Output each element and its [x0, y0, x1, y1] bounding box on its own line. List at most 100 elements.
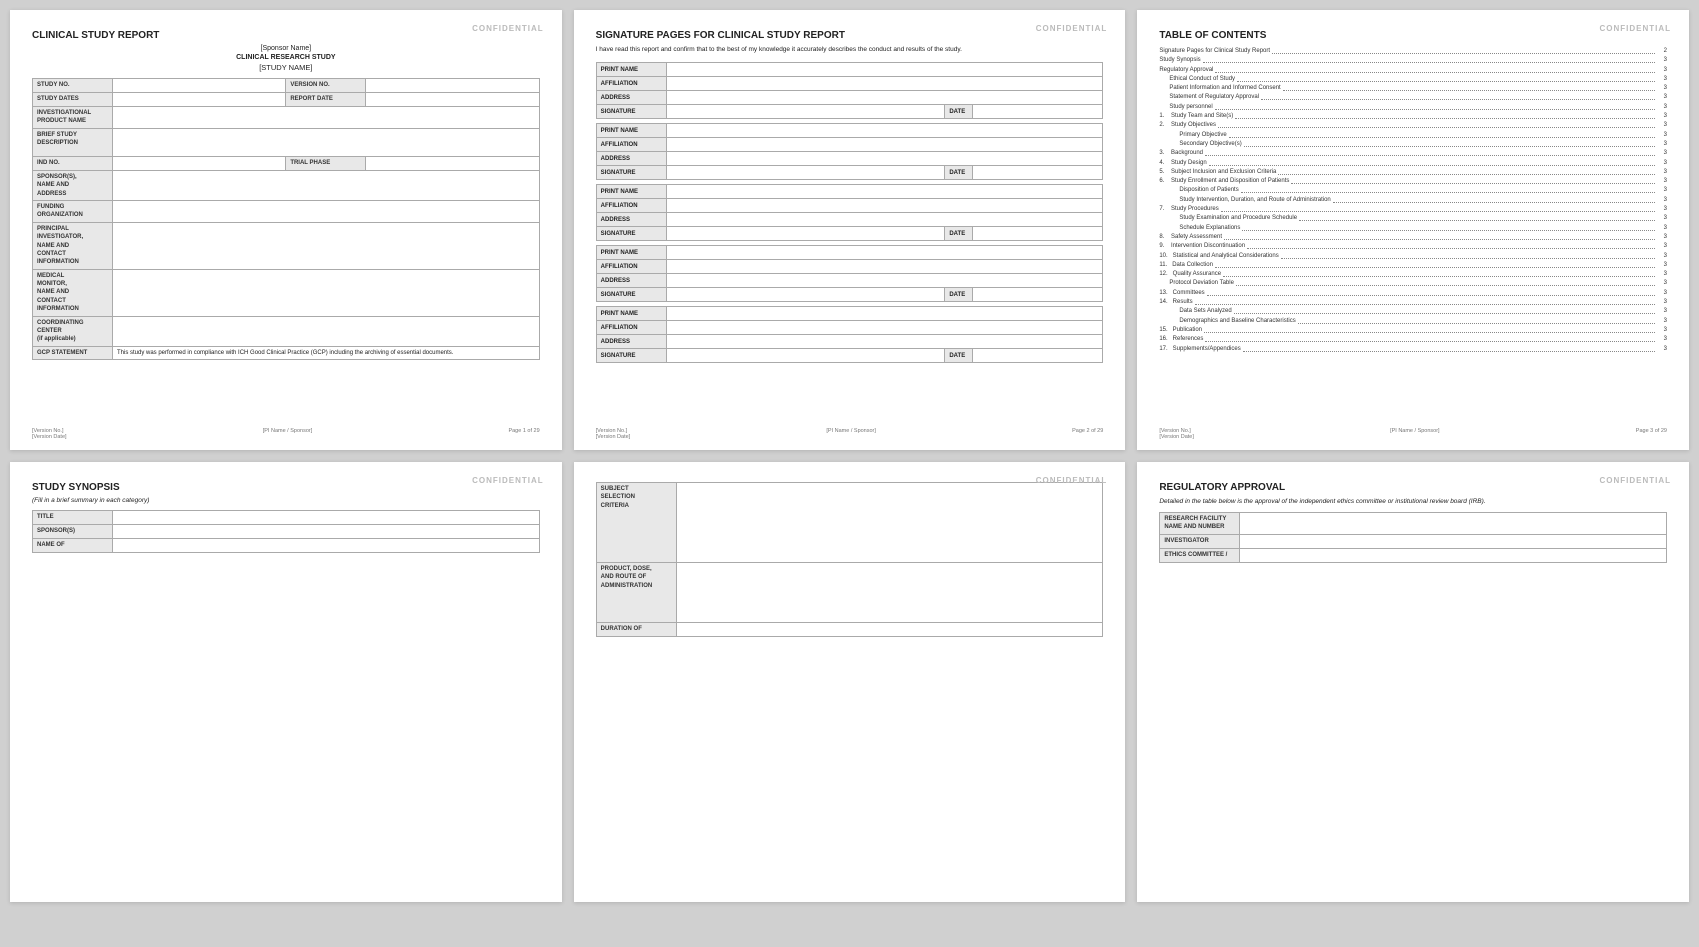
- toc-label: Signature Pages for Clinical Study Repor…: [1159, 47, 1270, 56]
- sig-group-2: PRINT NAME AFFILIATION ADDRESS SIGNATURE…: [596, 123, 1104, 180]
- toc-dots: [1205, 149, 1655, 156]
- table-row: STUDY DATES REPORT DATE: [33, 93, 540, 107]
- value-trial-phase: [366, 156, 539, 170]
- toc-dots: [1281, 252, 1655, 259]
- value-affil-2: [666, 138, 1103, 152]
- value-ethics-committee: [1240, 548, 1667, 562]
- label-principal-inv: PRINCIPAL INVESTIGATOR, NAME AND CONTACT…: [33, 222, 113, 269]
- toc-dots: [1247, 242, 1655, 249]
- label-date-3: DATE: [945, 227, 973, 241]
- toc-label: Primary Objective: [1179, 131, 1226, 140]
- toc-num: 3: [1657, 289, 1667, 298]
- page-3: CONFIDENTIAL TABLE OF CONTENTS Signature…: [1137, 10, 1689, 450]
- table-row: AFFILIATION: [596, 260, 1103, 274]
- label-trial-phase: TRIAL PHASE: [286, 156, 366, 170]
- toc-label: Disposition of Patients: [1179, 186, 1238, 195]
- toc-entry: Primary Objective 3: [1159, 131, 1667, 140]
- toc-entry: 3. Background 3: [1159, 149, 1667, 158]
- toc-num: 3: [1657, 270, 1667, 279]
- toc-num: 3: [1657, 66, 1667, 75]
- toc-dots: [1299, 214, 1655, 221]
- toc-num: 3: [1657, 75, 1667, 84]
- value-subject-sel: [676, 483, 1103, 563]
- toc-num: 2: [1657, 47, 1667, 56]
- toc-num: 3: [1657, 131, 1667, 140]
- toc-num: 3: [1657, 159, 1667, 168]
- toc-label: 8. Safety Assessment: [1159, 233, 1222, 242]
- toc-num: 3: [1657, 317, 1667, 326]
- toc-dots: [1215, 261, 1655, 268]
- toc-dots: [1298, 317, 1655, 324]
- toc-label: Study Examination and Procedure Schedule: [1179, 214, 1297, 223]
- table-row: COORDINATING CENTER (if applicable): [33, 316, 540, 346]
- toc-num: 3: [1657, 149, 1667, 158]
- toc-dots: [1203, 56, 1655, 63]
- value-study-no: [113, 79, 286, 93]
- label-sig-4: SIGNATURE: [596, 288, 666, 302]
- value-product-dose: [676, 563, 1103, 623]
- label-date-4: DATE: [945, 288, 973, 302]
- label-affil-5: AFFILIATION: [596, 321, 666, 335]
- toc-entry: Study Synopsis 3: [1159, 56, 1667, 65]
- table-row: PRINT NAME: [596, 124, 1103, 138]
- toc-label: 5. Subject Inclusion and Exclusion Crite…: [1159, 168, 1276, 177]
- table-row: PRINCIPAL INVESTIGATOR, NAME AND CONTACT…: [33, 222, 540, 269]
- footer-left: [Version No.] [Version Date]: [1159, 428, 1194, 440]
- toc-dots: [1333, 196, 1655, 203]
- page-4: CONFIDENTIAL STUDY SYNOPSIS (Fill in a b…: [10, 462, 562, 902]
- synopsis-form: TITLE SPONSOR(S) NAME OF: [32, 510, 540, 553]
- value-print-name-4: [666, 246, 1103, 260]
- toc-num: 3: [1657, 177, 1667, 186]
- value-affil-5: [666, 321, 1103, 335]
- table-row: SIGNATURE DATE: [596, 288, 1103, 302]
- page-5: CONFIDENTIAL SUBJECT SELECTION CRITERIA …: [574, 462, 1126, 902]
- toc-num: 3: [1657, 196, 1667, 205]
- toc-label: 17. Supplements/Appendices: [1159, 345, 1240, 354]
- label-inv-product: INVESTIGATIONAL PRODUCT NAME: [33, 107, 113, 129]
- value-report-date: [366, 93, 539, 107]
- toc-entry: 13. Committees 3: [1159, 289, 1667, 298]
- toc-num: 3: [1657, 186, 1667, 195]
- label-date-5: DATE: [945, 349, 973, 363]
- label-affil-2: AFFILIATION: [596, 138, 666, 152]
- value-date-2: [973, 166, 1103, 180]
- label-title: TITLE: [33, 511, 113, 525]
- table-row: AFFILIATION: [596, 77, 1103, 91]
- label-sponsor-s: SPONSOR(S): [33, 525, 113, 539]
- toc-label: 13. Committees: [1159, 289, 1204, 298]
- table-row: PRINT NAME: [596, 246, 1103, 260]
- label-sig-5: SIGNATURE: [596, 349, 666, 363]
- toc-dots: [1243, 345, 1655, 352]
- table-row: ADDRESS: [596, 152, 1103, 166]
- label-ethics-committee: ETHICS COMMITTEE /: [1160, 548, 1240, 562]
- footer-center: [PI Name / Sponsor]: [1390, 428, 1440, 440]
- table-row: NAME OF: [33, 539, 540, 553]
- toc-num: 3: [1657, 335, 1667, 344]
- page-1-sub3: [STUDY NAME]: [32, 63, 540, 72]
- footer-right: Page 3 of 29: [1636, 428, 1667, 440]
- value-addr-3: [666, 213, 1103, 227]
- value-addr-4: [666, 274, 1103, 288]
- page-2: CONFIDENTIAL SIGNATURE PAGES FOR CLINICA…: [574, 10, 1126, 450]
- toc-entry: Study Examination and Procedure Schedule…: [1159, 214, 1667, 223]
- toc-num: 3: [1657, 140, 1667, 149]
- table-row: AFFILIATION: [596, 321, 1103, 335]
- label-report-date: REPORT DATE: [286, 93, 366, 107]
- table-row: SPONSOR(S): [33, 525, 540, 539]
- toc-entry: Schedule Explanations 3: [1159, 224, 1667, 233]
- criteria-form: SUBJECT SELECTION CRITERIA PRODUCT, DOSE…: [596, 482, 1104, 637]
- label-print-name-4: PRINT NAME: [596, 246, 666, 260]
- page-1: CONFIDENTIAL CLINICAL STUDY REPORT [Spon…: [10, 10, 562, 450]
- label-addr-4: ADDRESS: [596, 274, 666, 288]
- toc-label: 1. Study Team and Site(s): [1159, 112, 1233, 121]
- table-row: BRIEF STUDY DESCRIPTION: [33, 128, 540, 156]
- page-2-title: SIGNATURE PAGES FOR CLINICAL STUDY REPOR…: [596, 30, 1104, 41]
- sig-intro: I have read this report and confirm that…: [596, 45, 1104, 54]
- toc-dots: [1261, 93, 1655, 100]
- page-6: CONFIDENTIAL REGULATORY APPROVAL Detaile…: [1137, 462, 1689, 902]
- toc-label: Demographics and Baseline Characteristic…: [1179, 317, 1295, 326]
- table-row: ADDRESS: [596, 213, 1103, 227]
- toc-entry: 8. Safety Assessment 3: [1159, 233, 1667, 242]
- label-subject-sel: SUBJECT SELECTION CRITERIA: [596, 483, 676, 563]
- toc-dots: [1283, 84, 1655, 91]
